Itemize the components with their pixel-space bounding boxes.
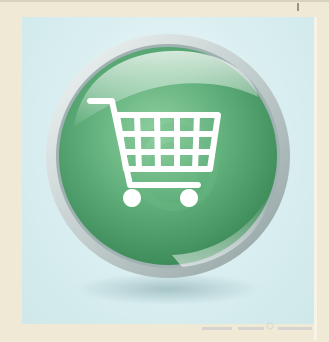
- shopping-cart-button-image: [46, 34, 290, 305]
- top-border-line: [0, 0, 329, 2]
- panel-edge-strip: [314, 17, 317, 340]
- watermark: [202, 322, 314, 338]
- cart-wheel-left: [123, 189, 141, 207]
- cart-wheel-right: [180, 189, 198, 207]
- corner-tick-mark: [297, 3, 299, 11]
